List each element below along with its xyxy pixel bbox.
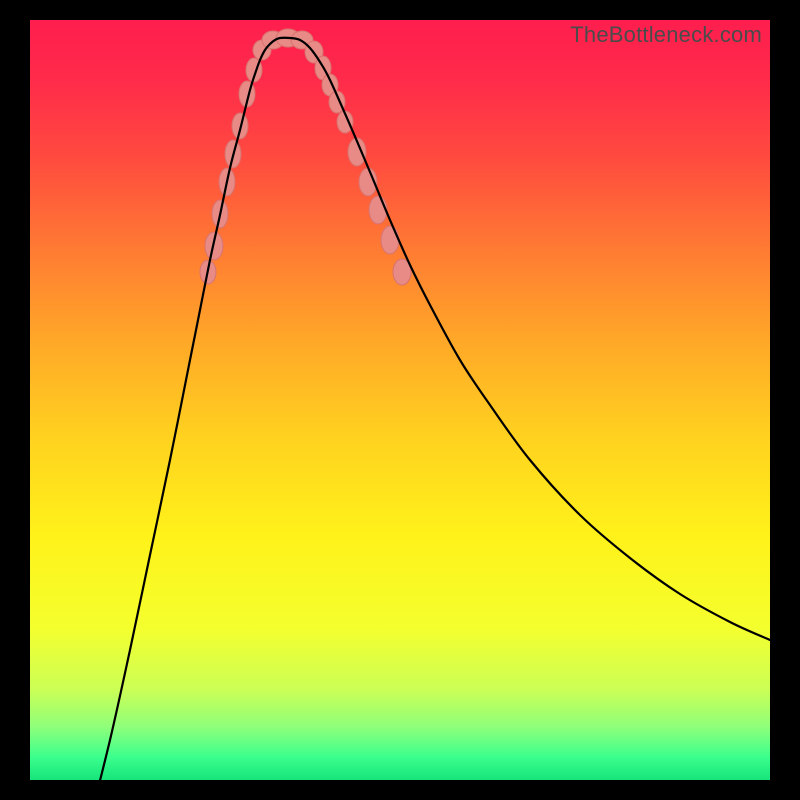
marker-dot [369, 196, 387, 224]
marker-dot [381, 226, 399, 254]
outer-frame: TheBottleneck.com [0, 0, 800, 800]
chart-svg [30, 20, 770, 780]
plot-area: TheBottleneck.com [30, 20, 770, 780]
bottleneck-curve [90, 38, 770, 780]
